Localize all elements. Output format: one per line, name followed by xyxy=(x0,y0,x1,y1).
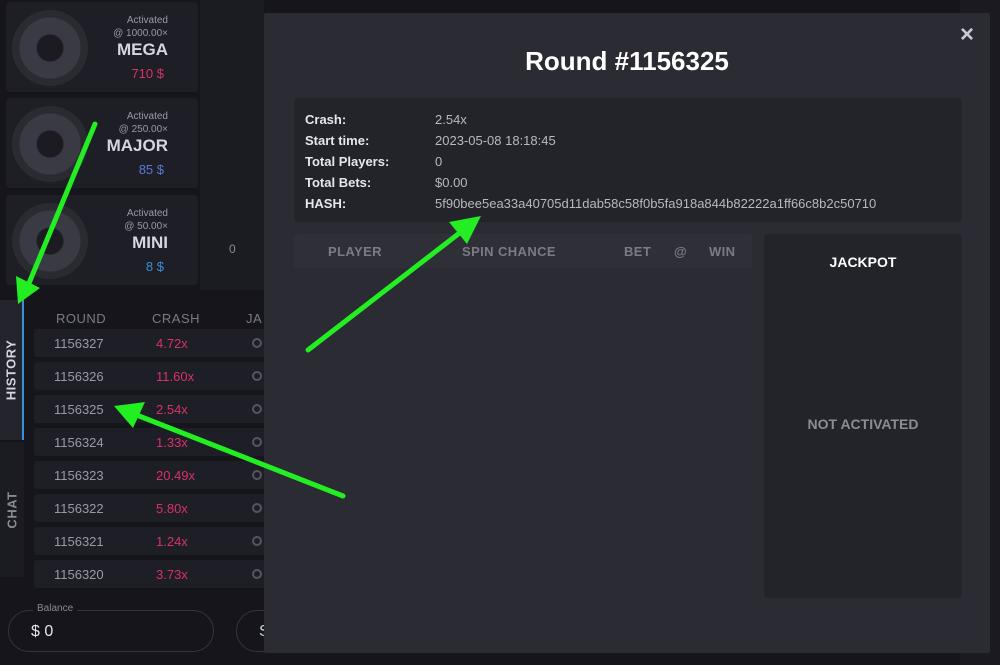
history-round: 1156327 xyxy=(54,336,104,351)
info-label: Total Players: xyxy=(305,154,390,169)
jackpot-card-mega: Activated @ 1000.00× MEGA 710 $ xyxy=(6,2,198,92)
jackpot-amount: 85 $ xyxy=(138,162,164,177)
history-crash: 3.73x xyxy=(156,567,188,582)
info-label: Crash: xyxy=(305,112,347,127)
tab-chat-label: CHAT xyxy=(4,490,20,529)
jackpot-panel-title: JACKPOT xyxy=(829,254,897,270)
history-round: 1156326 xyxy=(54,369,104,384)
info-value: $0.00 xyxy=(435,175,468,190)
jackpot-indicator-icon xyxy=(252,503,262,513)
history-round: 1156322 xyxy=(54,501,104,516)
jackpot-indicator-icon xyxy=(252,569,262,579)
jackpot-wheel-icon xyxy=(12,203,88,279)
column-win: WIN xyxy=(709,244,736,259)
info-row-total-bets: Total Bets: $0.00 xyxy=(305,175,945,195)
jackpot-name: MAJOR xyxy=(106,136,168,155)
jackpot-amount: 8 $ xyxy=(145,259,164,274)
info-label: Total Bets: xyxy=(305,175,372,190)
column-at: @ xyxy=(674,244,688,259)
info-label: Start time: xyxy=(305,133,370,148)
tab-history[interactable]: HISTORY xyxy=(0,300,24,440)
jackpot-threshold: @ 50.00× xyxy=(124,221,168,232)
history-crash: 5.80x xyxy=(156,501,188,516)
history-crash: 2.54x xyxy=(156,402,188,417)
info-value: 0 xyxy=(435,154,443,169)
jackpot-threshold: @ 250.00× xyxy=(118,124,168,135)
info-row-start-time: Start time: 2023-05-08 18:18:45 xyxy=(305,133,945,153)
column-spin-chance: SPIN CHANCE xyxy=(462,244,556,259)
history-row[interactable]: 1156327 4.72x xyxy=(34,329,274,357)
info-value: 2023-05-08 18:18:45 xyxy=(435,133,556,148)
players-table-header: PLAYER SPIN CHANCE BET @ WIN xyxy=(294,234,752,268)
jackpot-activated-label: Activated xyxy=(126,111,168,122)
history-row[interactable]: 1156324 1.33x xyxy=(34,428,274,456)
history-row[interactable]: 1156325 2.54x xyxy=(34,395,274,423)
graph-axis-zero: 0 xyxy=(229,242,236,256)
balance-value: $ 0 xyxy=(31,623,54,640)
modal-title: Round #1156325 xyxy=(525,46,729,76)
history-crash: 1.33x xyxy=(156,435,188,450)
jackpot-indicator-icon xyxy=(252,536,262,546)
jackpot-name: MEGA xyxy=(117,40,168,59)
jackpot-indicator-icon xyxy=(252,338,262,348)
jackpot-list: Activated @ 1000.00× MEGA 710 $ Activate… xyxy=(0,0,200,290)
history-crash: 11.60x xyxy=(156,369,195,384)
info-row-hash: HASH: 5f90bee5ea33a40705d11dab58c58f0b5f… xyxy=(305,196,945,216)
tab-chat[interactable]: CHAT xyxy=(0,442,24,577)
info-row-total-players: Total Players: 0 xyxy=(305,154,945,174)
jackpot-indicator-icon xyxy=(252,404,262,414)
history-header-jackpot: JA xyxy=(246,311,263,326)
history-crash: 4.72x xyxy=(156,336,188,351)
jackpot-indicator-icon xyxy=(252,371,262,381)
jackpot-activated-label: Activated xyxy=(126,208,168,219)
jackpot-card-major: Activated @ 250.00× MAJOR 85 $ xyxy=(6,98,198,188)
jackpot-activated-label: Activated xyxy=(126,15,168,26)
column-player: PLAYER xyxy=(328,244,382,259)
jackpot-wheel-icon xyxy=(12,106,88,182)
jackpot-indicator-icon xyxy=(252,437,262,447)
jackpot-threshold: @ 1000.00× xyxy=(113,28,168,39)
history-round: 1156320 xyxy=(54,567,104,582)
jackpot-name: MINI xyxy=(132,233,168,252)
jackpot-panel-status: NOT ACTIVATED xyxy=(807,416,919,432)
history-round: 1156323 xyxy=(54,468,104,483)
history-row[interactable]: 1156326 11.60x xyxy=(34,362,274,390)
jackpot-card-mini: Activated @ 50.00× MINI 8 $ xyxy=(6,195,198,285)
history-header-crash: CRASH xyxy=(152,311,201,326)
history-row[interactable]: 1156323 20.49x xyxy=(34,461,274,489)
close-icon[interactable]: × xyxy=(954,22,980,48)
balance-field[interactable]: Balance $ 0 xyxy=(8,603,214,652)
info-label: HASH: xyxy=(305,196,347,211)
history-header-round: ROUND xyxy=(56,311,107,326)
history-row[interactable]: 1156322 5.80x xyxy=(34,494,274,522)
info-row-crash: Crash: 2.54x xyxy=(305,112,945,132)
history-round: 1156321 xyxy=(54,534,104,549)
hash-value[interactable]: 5f90bee5ea33a40705d11dab58c58f0b5fa918a8… xyxy=(435,196,876,211)
history-round: 1156324 xyxy=(54,435,104,450)
column-bet: BET xyxy=(624,244,652,259)
balance-label: Balance xyxy=(33,603,78,614)
round-info-panel: Crash: 2.54x Start time: 2023-05-08 18:1… xyxy=(294,98,962,222)
info-value: 2.54x xyxy=(435,112,467,127)
tab-history-label: HISTORY xyxy=(3,339,19,401)
history-row[interactable]: 1156320 3.73x xyxy=(34,560,274,588)
jackpot-wheel-icon xyxy=(12,10,88,86)
history-row[interactable]: 1156321 1.24x xyxy=(34,527,274,555)
history-crash: 1.24x xyxy=(156,534,188,549)
jackpot-indicator-icon xyxy=(252,470,262,480)
history-round: 1156325 xyxy=(54,402,104,417)
jackpot-panel: JACKPOT NOT ACTIVATED xyxy=(764,234,962,598)
jackpot-amount: 710 $ xyxy=(131,66,164,81)
history-crash: 20.49x xyxy=(156,468,196,483)
